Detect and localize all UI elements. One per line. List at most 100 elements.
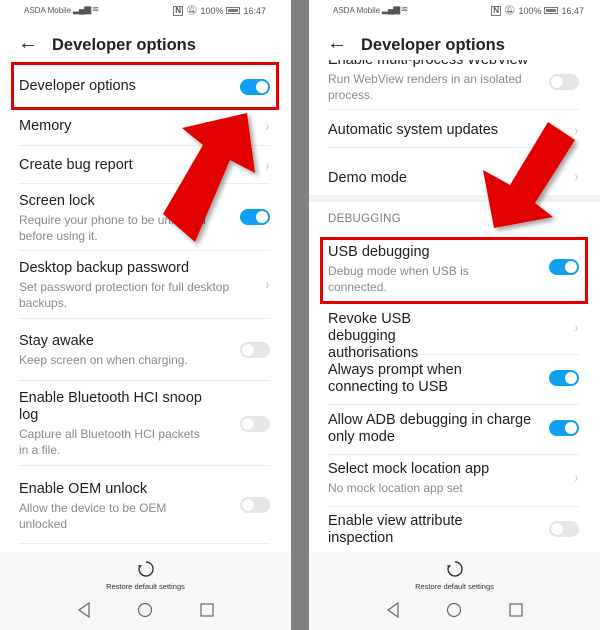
- restore-default-button[interactable]: Restore default settings: [0, 560, 291, 591]
- chevron-right-icon: ›: [266, 276, 270, 292]
- mute-bell-icon: 🔕︎: [186, 5, 198, 15]
- chevron-right-icon: ›: [575, 319, 579, 335]
- row-desktop-backup-password[interactable]: Desktop backup password Set password pro…: [19, 251, 270, 319]
- row-label: Screen lock: [19, 193, 95, 209]
- oem-unlock-toggle[interactable]: [240, 497, 270, 513]
- restore-default-button[interactable]: Restore default settings: [309, 560, 600, 591]
- app-bar: ← Developer options: [0, 30, 291, 60]
- row-memory[interactable]: Memory ›: [19, 108, 270, 146]
- row-label: Enable OEM unlock: [19, 481, 148, 497]
- nav-home-icon[interactable]: [444, 600, 464, 620]
- row-oem-unlock[interactable]: Enable OEM unlock Allow the device to be…: [19, 466, 270, 544]
- back-arrow-icon[interactable]: ←: [327, 32, 347, 55]
- nav-back-icon[interactable]: [74, 600, 94, 620]
- stay-awake-toggle[interactable]: [240, 342, 270, 358]
- row-subtitle: Debug mode when USB is connected.: [328, 264, 469, 294]
- row-label: Demo mode: [328, 170, 407, 186]
- right-screenshot: ASDA Mobile ▂▄▆ ≋ N 🔕︎ 100% 16:47 ← Deve…: [309, 0, 600, 630]
- row-label: Stay awake: [19, 333, 94, 349]
- row-multi-process-webview[interactable]: Enable multi-process WebView Run WebView…: [328, 60, 579, 110]
- row-automatic-system-updates[interactable]: Automatic system updates ›: [328, 110, 579, 148]
- page-title: Developer options: [52, 36, 196, 54]
- page-title: Developer options: [361, 36, 505, 54]
- row-mock-location-app[interactable]: Select mock location app No mock locatio…: [328, 455, 579, 507]
- row-subtitle: Allow the device to be OEM unlocked: [19, 501, 167, 531]
- row-label: Allow ADB debugging in charge only mode: [328, 412, 532, 445]
- chevron-right-icon: ›: [266, 157, 270, 173]
- row-subtitle: Keep screen on when charging.: [19, 353, 188, 367]
- row-view-attribute-inspection[interactable]: Enable view attribute inspection: [328, 507, 579, 552]
- refresh-icon: [446, 561, 463, 577]
- row-label: Automatic system updates: [328, 122, 499, 138]
- nfc-icon: N: [173, 5, 183, 16]
- chevron-right-icon: ›: [575, 469, 579, 485]
- left-screenshot: ASDA Mobile ▂▄▆ ≋ N 🔕︎ 100% 16:47 ← Deve…: [0, 0, 291, 630]
- mute-bell-icon: 🔕︎: [504, 5, 516, 15]
- row-label: Enable view attribute inspection: [328, 513, 463, 546]
- chevron-right-icon: ›: [575, 122, 579, 138]
- row-label: USB debugging: [328, 244, 430, 260]
- battery-percent: 100%: [518, 5, 542, 16]
- multi-process-webview-toggle[interactable]: [549, 74, 579, 90]
- status-bar: ASDA Mobile ▂▄▆ ≋ N 🔕︎ 100% 16:47: [309, 0, 600, 22]
- battery-percent: 100%: [200, 5, 224, 16]
- row-label: Developer options: [19, 78, 136, 94]
- row-bluetooth-hci-snoop[interactable]: Enable Bluetooth HCI snoop log Capture a…: [19, 381, 270, 466]
- status-bar: ASDA Mobile ▂▄▆ ≋ N 🔕︎ 100% 16:47: [0, 0, 291, 22]
- row-adb-charge-only[interactable]: Allow ADB debugging in charge only mode: [328, 405, 579, 455]
- view-attribute-toggle[interactable]: [549, 521, 579, 537]
- row-subtitle: No mock location app set: [328, 481, 463, 495]
- row-label: Memory: [19, 118, 72, 134]
- chevron-right-icon: ›: [575, 168, 579, 184]
- chevron-right-icon: ›: [266, 118, 270, 134]
- back-arrow-icon[interactable]: ←: [18, 32, 38, 55]
- nav-bar: [0, 600, 291, 620]
- row-developer-options[interactable]: Developer options: [19, 70, 270, 105]
- row-subtitle: Set password protection for full desktop…: [19, 280, 230, 310]
- battery-icon: [226, 7, 241, 14]
- row-label: Select mock location app: [328, 461, 490, 477]
- footer: Restore default settings: [0, 552, 291, 630]
- clock: 16:47: [561, 5, 584, 16]
- app-bar: ← Developer options: [309, 30, 600, 60]
- nav-back-icon[interactable]: [383, 600, 403, 620]
- signal-bars-icon: ▂▄▆ ≋: [73, 4, 99, 14]
- usb-debugging-toggle[interactable]: [549, 259, 579, 275]
- nav-home-icon[interactable]: [135, 600, 155, 620]
- row-subtitle: Require your phone to be unlocked before…: [19, 213, 206, 243]
- row-always-prompt-usb[interactable]: Always prompt when connecting to USB: [328, 355, 579, 405]
- row-demo-mode[interactable]: Demo mode ›: [328, 148, 579, 195]
- screen-lock-toggle[interactable]: [240, 209, 270, 225]
- carrier-name: ASDA Mobile: [333, 6, 381, 15]
- nav-recents-icon[interactable]: [506, 600, 526, 620]
- row-label: Always prompt when connecting to USB: [328, 362, 462, 395]
- settings-list: Enable multi-process WebView Run WebView…: [309, 60, 600, 552]
- adb-charge-only-toggle[interactable]: [549, 420, 579, 436]
- bluetooth-hci-toggle[interactable]: [240, 416, 270, 432]
- row-screen-lock[interactable]: Screen lock Require your phone to be unl…: [19, 184, 270, 251]
- row-subtitle: Capture all Bluetooth HCI packets in a f…: [19, 427, 200, 457]
- section-divider: [309, 195, 600, 202]
- clock: 16:47: [243, 5, 266, 16]
- carrier-name: ASDA Mobile: [24, 6, 72, 15]
- signal-bars-icon: ▂▄▆ ≋: [382, 4, 408, 14]
- row-label: Enable multi-process WebView: [328, 60, 529, 68]
- row-label: Enable Bluetooth HCI snoop log: [19, 390, 202, 423]
- battery-icon: [544, 7, 559, 14]
- developer-options-toggle[interactable]: [240, 79, 270, 95]
- row-revoke-usb-authorisations[interactable]: Revoke USB debugging authorisations ›: [328, 305, 579, 361]
- nav-recents-icon[interactable]: [197, 600, 217, 620]
- restore-default-label: Restore default settings: [106, 582, 185, 591]
- row-label: Create bug report: [19, 157, 133, 173]
- restore-default-label: Restore default settings: [415, 582, 494, 591]
- refresh-icon: [137, 561, 154, 577]
- row-stay-awake[interactable]: Stay awake Keep screen on when charging.: [19, 319, 270, 381]
- nav-bar: [309, 600, 600, 620]
- section-header-debugging: DEBUGGING: [328, 213, 401, 225]
- row-usb-debugging[interactable]: USB debugging Debug mode when USB is con…: [328, 243, 579, 305]
- always-prompt-toggle[interactable]: [549, 370, 579, 386]
- footer: Restore default settings: [309, 552, 600, 630]
- row-create-bug-report[interactable]: Create bug report ›: [19, 146, 270, 184]
- row-label: Desktop backup password: [19, 260, 190, 276]
- nfc-icon: N: [491, 5, 501, 16]
